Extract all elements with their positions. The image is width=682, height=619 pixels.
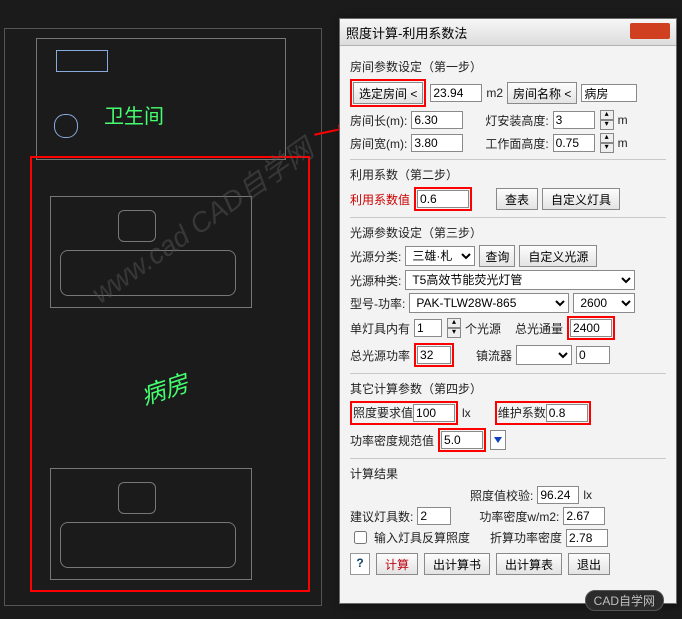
lamp-height-spinner[interactable]: ▴▾ <box>600 110 614 130</box>
cad-bed-detail <box>60 522 236 568</box>
section-title: 房间参数设定（第一步） <box>350 58 666 75</box>
custom-lamp-button[interactable]: 自定义灯具 <box>542 188 620 210</box>
exit-button[interactable]: 退出 <box>568 553 610 575</box>
total-flux-input[interactable] <box>570 319 612 337</box>
source-category-select[interactable]: 三雄·札 <box>405 246 475 266</box>
model-power-select[interactable]: 2600 <box>573 293 635 313</box>
room-area-input[interactable] <box>430 84 482 102</box>
cad-pillow <box>118 482 156 514</box>
inverse-calc-label: 输入灯具反算照度 <box>374 529 470 546</box>
conv-density-output <box>566 529 608 547</box>
section-title: 光源参数设定（第三步） <box>350 224 666 241</box>
room-name-button[interactable]: 房间名称 < <box>507 82 577 104</box>
source-kind-select[interactable]: T5高效节能荧光灯管 <box>405 270 635 290</box>
per-lamp-label: 单灯具内有 <box>350 320 410 337</box>
illum-check-label: 照度值校验: <box>470 487 533 504</box>
power-density-output <box>563 507 605 525</box>
ballast-select[interactable] <box>516 345 572 365</box>
per-lamp-input[interactable] <box>414 319 442 337</box>
total-flux-label: 总光通量 <box>515 320 563 337</box>
density-label: 功率密度规范值 <box>350 432 434 449</box>
section-step4: 其它计算参数（第四步） 照度要求值 lx 维护系数 功率密度规范值 <box>350 380 666 452</box>
query-button[interactable]: 查询 <box>479 245 515 267</box>
per-lamp-suffix: 个光源 <box>465 320 501 337</box>
titlebar[interactable]: 照度计算-利用系数法 <box>340 19 676 46</box>
illum-req-label: 照度要求值 <box>353 404 413 422</box>
coef-input[interactable] <box>417 190 469 208</box>
source-category-label: 光源分类: <box>350 248 401 265</box>
custom-source-button[interactable]: 自定义光源 <box>519 245 597 267</box>
calculate-button[interactable]: 计算 <box>376 553 418 575</box>
ballast-label: 镇流器 <box>476 347 512 364</box>
close-icon[interactable] <box>630 23 670 39</box>
room-width-input[interactable] <box>411 134 463 152</box>
room-name-input[interactable] <box>581 84 637 102</box>
section-title: 计算结果 <box>350 465 666 482</box>
per-lamp-spinner[interactable]: ▴▾ <box>447 318 461 338</box>
illum-check-output <box>537 486 579 504</box>
model-select[interactable]: PAK-TLW28W-865 <box>409 293 569 313</box>
section-step1: 房间参数设定（第一步） 选定房间 < m2 房间名称 < 房间长(m): 灯安装… <box>350 58 666 153</box>
footer-badge: CAD自学网 <box>585 590 664 611</box>
ballast-value-input[interactable] <box>576 346 610 364</box>
lamp-height-label: 灯安装高度: <box>485 112 548 129</box>
section-step2: 利用系数（第二步） 利用系数值 查表 自定义灯具 <box>350 166 666 211</box>
suggest-count-output <box>417 507 451 525</box>
cad-fixture <box>56 50 108 72</box>
work-height-input[interactable] <box>553 134 595 152</box>
lux-unit: lx <box>583 488 592 502</box>
cad-room-label-bathroom: 卫生间 <box>104 100 164 129</box>
total-power-input[interactable] <box>417 346 451 364</box>
illum-req-input[interactable] <box>413 404 455 422</box>
conv-density-label: 折算功率密度 <box>490 529 562 546</box>
unit-label: m <box>618 113 628 127</box>
output-sheet-button[interactable]: 出计算书 <box>424 553 490 575</box>
lux-unit: lx <box>462 406 471 420</box>
lookup-table-button[interactable]: 查表 <box>496 188 538 210</box>
source-kind-label: 光源种类: <box>350 272 401 289</box>
cad-fixture <box>54 114 78 138</box>
model-power-label: 型号-功率: <box>350 295 405 312</box>
room-length-input[interactable] <box>411 111 463 129</box>
section-results: 计算结果 照度值校验: lx 建议灯具数: 功率密度w/m2: 输入灯具反算照度… <box>350 465 666 547</box>
work-height-spinner[interactable]: ▴▾ <box>600 133 614 153</box>
inverse-calc-checkbox[interactable] <box>354 531 367 544</box>
total-power-label: 总光源功率 <box>350 347 410 364</box>
output-table-button[interactable]: 出计算表 <box>496 553 562 575</box>
section-title: 其它计算参数（第四步） <box>350 380 666 397</box>
select-room-button[interactable]: 选定房间 < <box>353 82 423 104</box>
section-title: 利用系数（第二步） <box>350 166 666 183</box>
area-unit: m2 <box>486 86 503 100</box>
coef-label: 利用系数值 <box>350 191 410 208</box>
maint-input[interactable] <box>546 404 588 422</box>
density-dropdown-icon[interactable] <box>490 430 506 450</box>
dialog-title: 照度计算-利用系数法 <box>346 23 467 42</box>
unit-label: m <box>618 136 628 150</box>
illuminance-dialog: 照度计算-利用系数法 房间参数设定（第一步） 选定房间 < m2 房间名称 < … <box>339 18 677 604</box>
maint-label: 维护系数 <box>498 404 546 422</box>
section-step3: 光源参数设定（第三步） 光源分类: 三雄·札 查询 自定义光源 光源种类: T5… <box>350 224 666 367</box>
power-density-label: 功率密度w/m2: <box>479 508 559 525</box>
density-input[interactable] <box>441 431 483 449</box>
room-length-label: 房间长(m): <box>350 112 407 129</box>
lamp-height-input[interactable] <box>553 111 595 129</box>
help-button[interactable]: ? <box>350 553 370 575</box>
suggest-count-label: 建议灯具数: <box>350 508 413 525</box>
work-height-label: 工作面高度: <box>485 135 548 152</box>
room-width-label: 房间宽(m): <box>350 135 407 152</box>
